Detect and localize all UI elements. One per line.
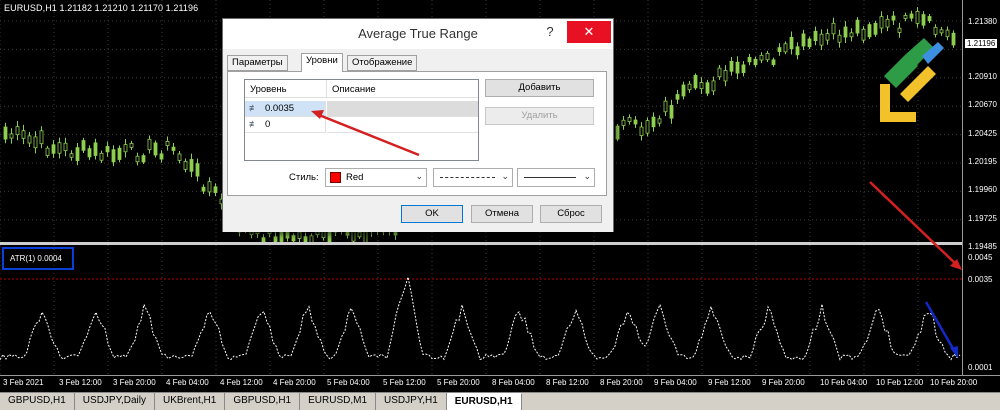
solid-line-preview — [524, 177, 576, 178]
color-select[interactable]: Red ⌄ — [325, 168, 427, 187]
style-label: Стиль: — [289, 172, 319, 183]
blue-arrow-head — [950, 346, 958, 358]
reset-button[interactable]: Сброс — [540, 205, 602, 223]
ok-button[interactable]: OK — [401, 205, 463, 223]
add-level-button[interactable]: Добавить — [485, 79, 594, 97]
chevron-down-icon: ⌄ — [415, 171, 423, 181]
line-style-select[interactable]: ⌄ — [433, 168, 513, 187]
cancel-button[interactable]: Отмена — [471, 205, 533, 223]
chevron-down-icon: ⌄ — [583, 171, 591, 181]
color-swatch — [330, 172, 341, 183]
color-value: Red — [346, 172, 364, 183]
delete-level-button[interactable]: Удалить — [485, 107, 594, 125]
blue-arrow-line — [924, 301, 957, 353]
red-arrow-line — [869, 181, 959, 267]
tab-levels[interactable]: Уровни — [301, 53, 343, 72]
line-width-select[interactable]: ⌄ — [517, 168, 595, 187]
chevron-down-icon: ⌄ — [501, 171, 509, 181]
average-true-range-dialog: Average True Range ? ✕ Параметры Уровни … — [222, 18, 614, 232]
dashed-line-preview — [440, 177, 495, 178]
